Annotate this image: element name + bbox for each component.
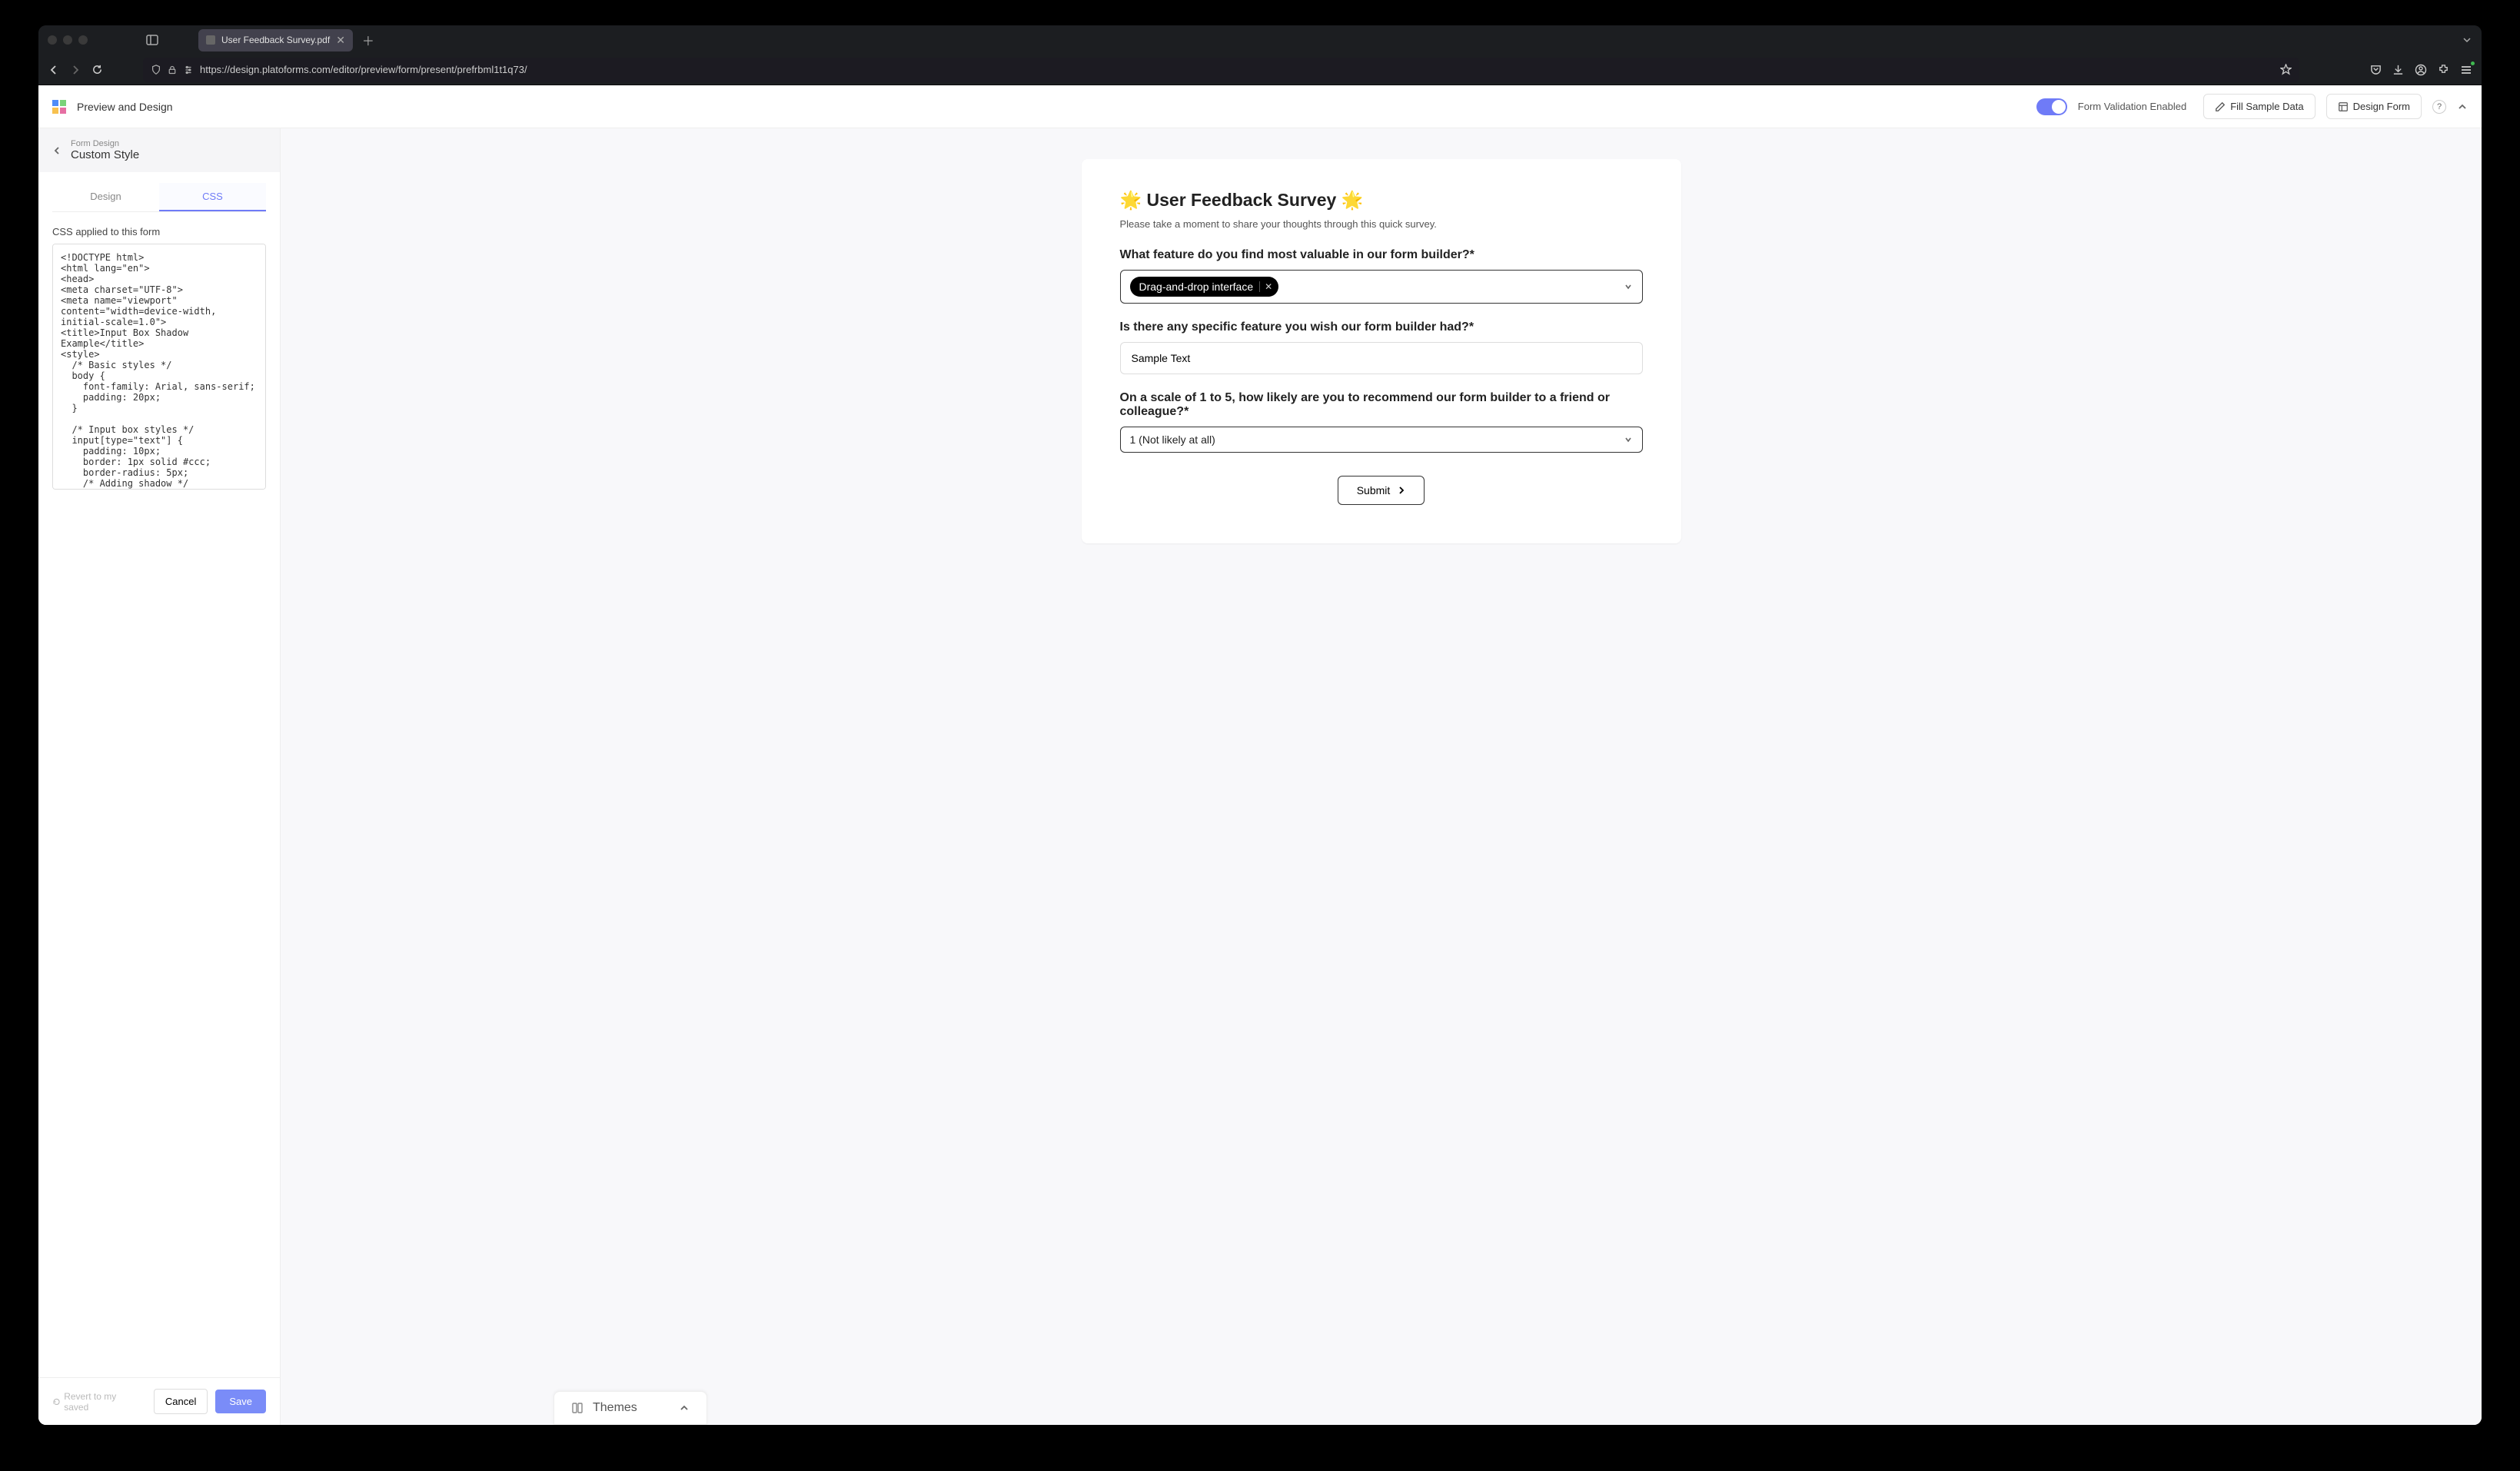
- revert-icon: [52, 1397, 61, 1406]
- themes-panel-toggle[interactable]: Themes: [554, 1391, 707, 1425]
- tab-design[interactable]: Design: [52, 183, 159, 211]
- app-header: Preview and Design Form Validation Enabl…: [38, 85, 2482, 128]
- bookmark-star-icon[interactable]: [2280, 64, 2292, 75]
- form-title: 🌟 User Feedback Survey 🌟: [1120, 190, 1643, 211]
- left-panel: Form Design Custom Style Design CSS CSS …: [38, 128, 281, 1425]
- lock-icon[interactable]: [168, 65, 177, 75]
- new-tab-button[interactable]: ＋: [362, 31, 374, 49]
- cancel-button[interactable]: Cancel: [154, 1389, 208, 1414]
- app-body: Form Design Custom Style Design CSS CSS …: [38, 128, 2482, 1425]
- question-2-input[interactable]: [1120, 342, 1643, 374]
- themes-label: Themes: [593, 1401, 637, 1415]
- chip-label: Drag-and-drop interface: [1139, 281, 1254, 293]
- url-text: https://design.platoforms.com/editor/pre…: [200, 64, 527, 75]
- chevron-right-icon: [1398, 486, 1405, 494]
- form-card: 🌟 User Feedback Survey 🌟 Please take a m…: [1082, 159, 1681, 543]
- tab-bar: User Feedback Survey.pdf ✕ ＋: [177, 29, 374, 51]
- form-validation-label: Form Validation Enabled: [2078, 101, 2186, 112]
- question-2-label: Is there any specific feature you wish o…: [1120, 320, 1643, 334]
- sidebar-toggle-icon[interactable]: [146, 34, 158, 46]
- layout-icon: [2338, 101, 2349, 112]
- tab-close-icon[interactable]: ✕: [336, 34, 345, 47]
- chevron-up-icon: [679, 1403, 690, 1413]
- traffic-lights: [48, 35, 88, 45]
- downloads-icon[interactable]: [2392, 64, 2404, 75]
- pocket-icon[interactable]: [2370, 64, 2382, 75]
- app-logo[interactable]: [52, 100, 66, 114]
- form-validation-toggle[interactable]: [2036, 98, 2067, 115]
- browser-window: User Feedback Survey.pdf ✕ ＋ https://des…: [38, 25, 2482, 1425]
- submit-label: Submit: [1357, 484, 1391, 496]
- css-code-textarea[interactable]: [52, 244, 266, 490]
- app-content: Preview and Design Form Validation Enabl…: [38, 85, 2482, 1425]
- breadcrumb: Form Design: [71, 139, 139, 148]
- extensions-icon[interactable]: [2438, 64, 2449, 75]
- revert-button[interactable]: Revert to my saved: [52, 1391, 138, 1413]
- permissions-icon[interactable]: [183, 65, 194, 75]
- tab-overflow-icon[interactable]: [2462, 35, 2472, 45]
- question-1-select[interactable]: Drag-and-drop interface ✕: [1120, 270, 1643, 304]
- close-window-button[interactable]: [48, 35, 57, 45]
- page-title: Preview and Design: [77, 101, 173, 113]
- back-button[interactable]: [48, 64, 60, 76]
- minimize-window-button[interactable]: [63, 35, 72, 45]
- submit-button[interactable]: Submit: [1338, 476, 1425, 505]
- window-titlebar: User Feedback Survey.pdf ✕ ＋: [38, 25, 2482, 55]
- preview-area: 🌟 User Feedback Survey 🌟 Please take a m…: [281, 128, 2482, 1425]
- help-icon[interactable]: ?: [2432, 100, 2446, 114]
- themes-icon: [571, 1402, 583, 1414]
- account-icon[interactable]: [2415, 64, 2427, 76]
- panel-title: Custom Style: [71, 148, 139, 161]
- panel-header: Form Design Custom Style: [38, 128, 280, 172]
- question-3-label: On a scale of 1 to 5, how likely are you…: [1120, 391, 1643, 419]
- panel-tabs: Design CSS: [52, 183, 266, 212]
- reload-button[interactable]: [91, 64, 103, 76]
- chip-remove-icon[interactable]: ✕: [1259, 281, 1272, 292]
- maximize-window-button[interactable]: [78, 35, 88, 45]
- panel-footer: Revert to my saved Cancel Save: [38, 1377, 280, 1425]
- tab-css[interactable]: CSS: [159, 183, 266, 211]
- design-form-button[interactable]: Design Form: [2326, 94, 2422, 119]
- css-section-label: CSS applied to this form: [52, 226, 266, 237]
- chevron-down-icon: [1624, 282, 1633, 291]
- selected-chip: Drag-and-drop interface ✕: [1130, 277, 1279, 297]
- question-3-value: 1 (Not likely at all): [1130, 433, 1215, 446]
- fill-sample-label: Fill Sample Data: [2230, 101, 2303, 112]
- forward-button[interactable]: [69, 64, 81, 76]
- menu-icon[interactable]: [2460, 64, 2472, 76]
- toolbar-right-icons: [2370, 64, 2472, 76]
- chevron-down-icon: [1624, 435, 1633, 444]
- browser-tab[interactable]: User Feedback Survey.pdf ✕: [198, 29, 353, 51]
- tab-title: User Feedback Survey.pdf: [221, 35, 330, 45]
- panel-back-button[interactable]: [52, 146, 62, 155]
- save-button[interactable]: Save: [215, 1390, 266, 1413]
- question-3-select[interactable]: 1 (Not likely at all): [1120, 427, 1643, 453]
- design-form-label: Design Form: [2353, 101, 2410, 112]
- revert-label: Revert to my saved: [64, 1391, 138, 1413]
- tab-favicon: [206, 35, 215, 45]
- pencil-icon: [2215, 101, 2226, 112]
- shield-icon[interactable]: [151, 65, 161, 75]
- question-1-label: What feature do you find most valuable i…: [1120, 248, 1643, 262]
- toolbar: https://design.platoforms.com/editor/pre…: [38, 55, 2482, 85]
- address-bar[interactable]: https://design.platoforms.com/editor/pre…: [143, 58, 2299, 82]
- fill-sample-data-button[interactable]: Fill Sample Data: [2203, 94, 2315, 119]
- collapse-header-icon[interactable]: [2457, 101, 2468, 112]
- form-subtitle: Please take a moment to share your thoug…: [1120, 218, 1643, 230]
